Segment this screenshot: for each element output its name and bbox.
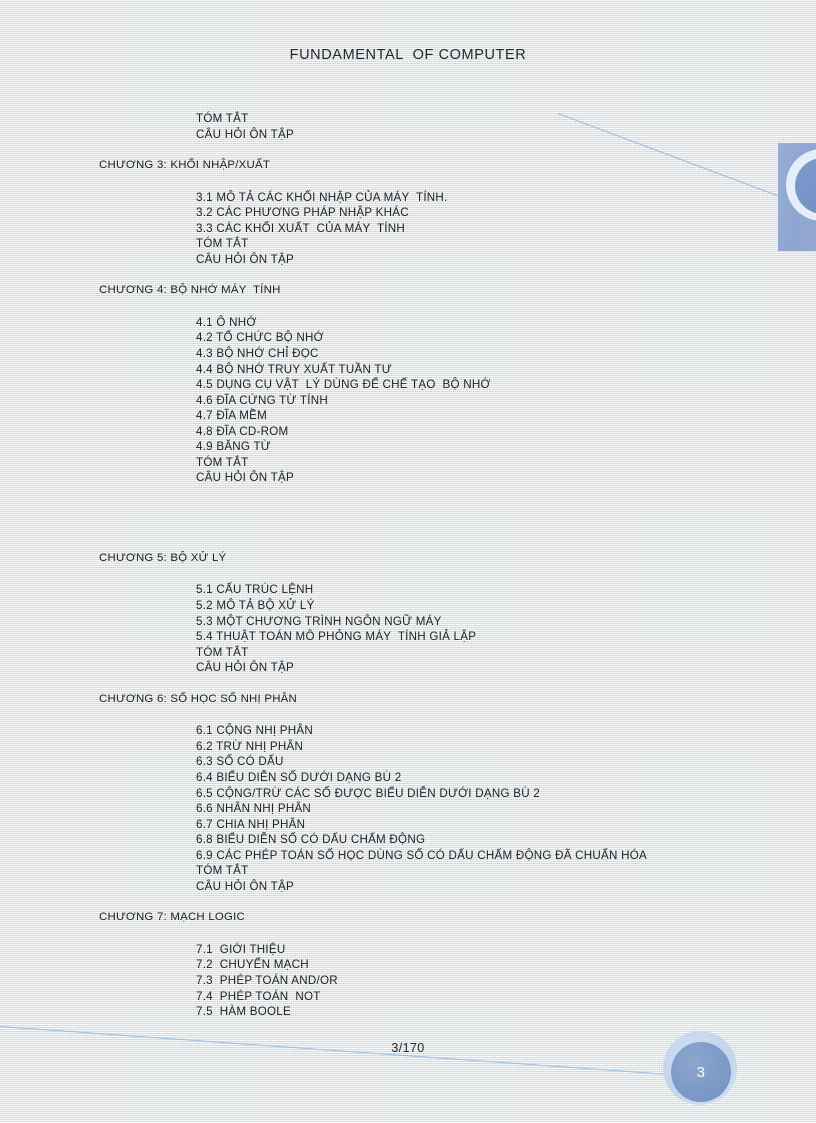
decorative-corner-emblem-icon (778, 143, 816, 251)
toc-entry-continued: CÂU HỎI ÔN TẬP (196, 127, 294, 141)
toc-entry: 4.1 Ô NHỚ (196, 315, 257, 329)
toc-entry: 5.4 THUẬT TOÁN MÔ PHỎNG MÁY TÍNH GIẢ LẬP (196, 630, 477, 644)
toc-entry: 3.3 CÁC KHỐI XUẤT CỦA MÁY TÍNH (196, 221, 406, 235)
toc-entry-summary: TÓM TẮT (196, 864, 249, 878)
badge-number-label: 3 (696, 1063, 706, 1081)
toc-spacer (0, 894, 816, 910)
toc-entry: 4.7 ĐĨA MỀM (196, 409, 268, 423)
page-header-title: FUNDAMENTAL OF COMPUTER (289, 47, 527, 63)
toc-chapter-heading: CHƯƠNG 5: BỘ XỬ LÝ (99, 551, 227, 564)
toc-entry-continued: TÓM TẮT (196, 112, 249, 125)
toc-entry: 3.2 CÁC PHƯƠNG PHÁP NHẬP KHÁC (196, 206, 409, 220)
toc-spacer (0, 486, 816, 535)
toc-spacer (0, 676, 816, 692)
toc-entry: 6.7 CHIA NHỊ PHÂN (196, 817, 306, 831)
toc-spacer (0, 267, 816, 283)
toc-entry: 6.8 BIỂU DIỄN SỐ CÓ DẤU CHẤM ĐỘNG (196, 833, 426, 847)
toc-entry: 4.3 BỘ NHỚ CHỈ ĐỌC (196, 347, 319, 361)
toc-entry: 4.4 BỘ NHỚ TRUY XUẤT TUẦN TƯ (196, 362, 392, 376)
toc-entry: 6.4 BIỂU DIỄN SỐ DƯỚI DẠNG BÙ 2 (196, 770, 402, 784)
document-page: FUNDAMENTAL OF COMPUTER TÓM TẮT CÂU HỎI Ô… (0, 0, 816, 1123)
toc-entry: 6.3 SỐ CÓ DẤU (196, 755, 284, 769)
toc-entry: 7.1 GIỚI THIỆU (196, 942, 286, 956)
toc-chapter-heading: CHƯƠNG 6: SỐ HỌC SỐ NHỊ PHÂN (99, 692, 298, 705)
toc-spacer (0, 142, 816, 158)
toc-entry: 7.2 CHUYỂN MẠCH (196, 958, 309, 972)
toc-entry: 6.6 NHÂN NHỊ PHÂN (196, 802, 312, 816)
toc-entry: 5.1 CẤU TRÚC LỆNH (196, 583, 314, 597)
toc-entry: 4.6 ĐĨA CỨNG TỪ TÍNH (196, 393, 328, 407)
toc-entry: 4.8 ĐĨA CD-ROM (196, 424, 289, 438)
toc-entry: 4.9 BĂNG TỪ (196, 440, 271, 454)
toc-spacer (0, 299, 816, 315)
toc-entry: 4.5 DỤNG CỤ VẬT LÝ DÙNG ĐỂ CHẾ TẠO BỘ NH… (196, 378, 491, 392)
table-of-contents: TÓM TẮT CÂU HỎI ÔN TẬP CHƯƠNG 3: KHỐI NHẬP… (0, 111, 816, 1020)
toc-chapter-heading: CHƯƠNG 3: KHỐI NHẬP/XUẤT (99, 159, 271, 172)
toc-entry-summary: CÂU HỎI ÔN TẬP (196, 879, 294, 893)
toc-entry: 5.2 MÔ TẢ BỘ XỬ LÝ (196, 599, 315, 613)
toc-entry: 6.2 TRỪ NHỊ PHÂN (196, 739, 304, 753)
toc-entry: 7.3 PHÉP TOÁN AND/OR (196, 973, 338, 987)
toc-entry-summary: TÓM TẮT (196, 645, 249, 659)
toc-entry-summary: CÂU HỎI ÔN TẬP (196, 471, 294, 485)
toc-entry-summary: CÂU HỎI ÔN TẬP (196, 252, 294, 266)
toc-spacer (0, 707, 816, 723)
toc-spacer (0, 174, 816, 190)
toc-entry: 3.1 MÔ TẢ CÁC KHỐI NHẬP CỦA MÁY TÍNH. (196, 190, 448, 204)
toc-entry: 6.1 CỘNG NHỊ PHÂN (196, 724, 313, 738)
toc-entry: 6.5 CỘNG/TRỪ CÁC SỐ ĐƯỢC BIỂU DIỄN DƯỚI … (196, 786, 540, 800)
toc-spacer (0, 535, 816, 551)
toc-entry-summary: TÓM TẮT (196, 455, 249, 469)
page-number-badge: 3 (663, 1031, 737, 1105)
toc-chapter-heading: CHƯƠNG 4: BỘ NHỚ MÁY TÍNH (99, 284, 281, 297)
toc-entry: 7.5 HÀM BOOLE (196, 1005, 291, 1019)
toc-entry: 5.3 MỘT CHƯƠNG TRÌNH NGÔN NGỮ MÁY (196, 614, 442, 628)
toc-entry: 4.2 TỔ CHỨC BỘ NHỚ (196, 331, 324, 345)
toc-chapter-heading: CHƯƠNG 7: MẠCH LOGIC (99, 911, 246, 924)
toc-spacer (0, 926, 816, 942)
toc-spacer (0, 566, 816, 582)
toc-entry-summary: TÓM TẮT (196, 237, 249, 251)
toc-entry: 7.4 PHÉP TOÁN NOT (196, 989, 321, 1003)
toc-entry: 6.9 CÁC PHÉP TOÁN SỐ HỌC DÙNG SỐ CÓ DẤU … (196, 848, 647, 862)
toc-entry-summary: CÂU HỎI ÔN TẬP (196, 661, 294, 675)
